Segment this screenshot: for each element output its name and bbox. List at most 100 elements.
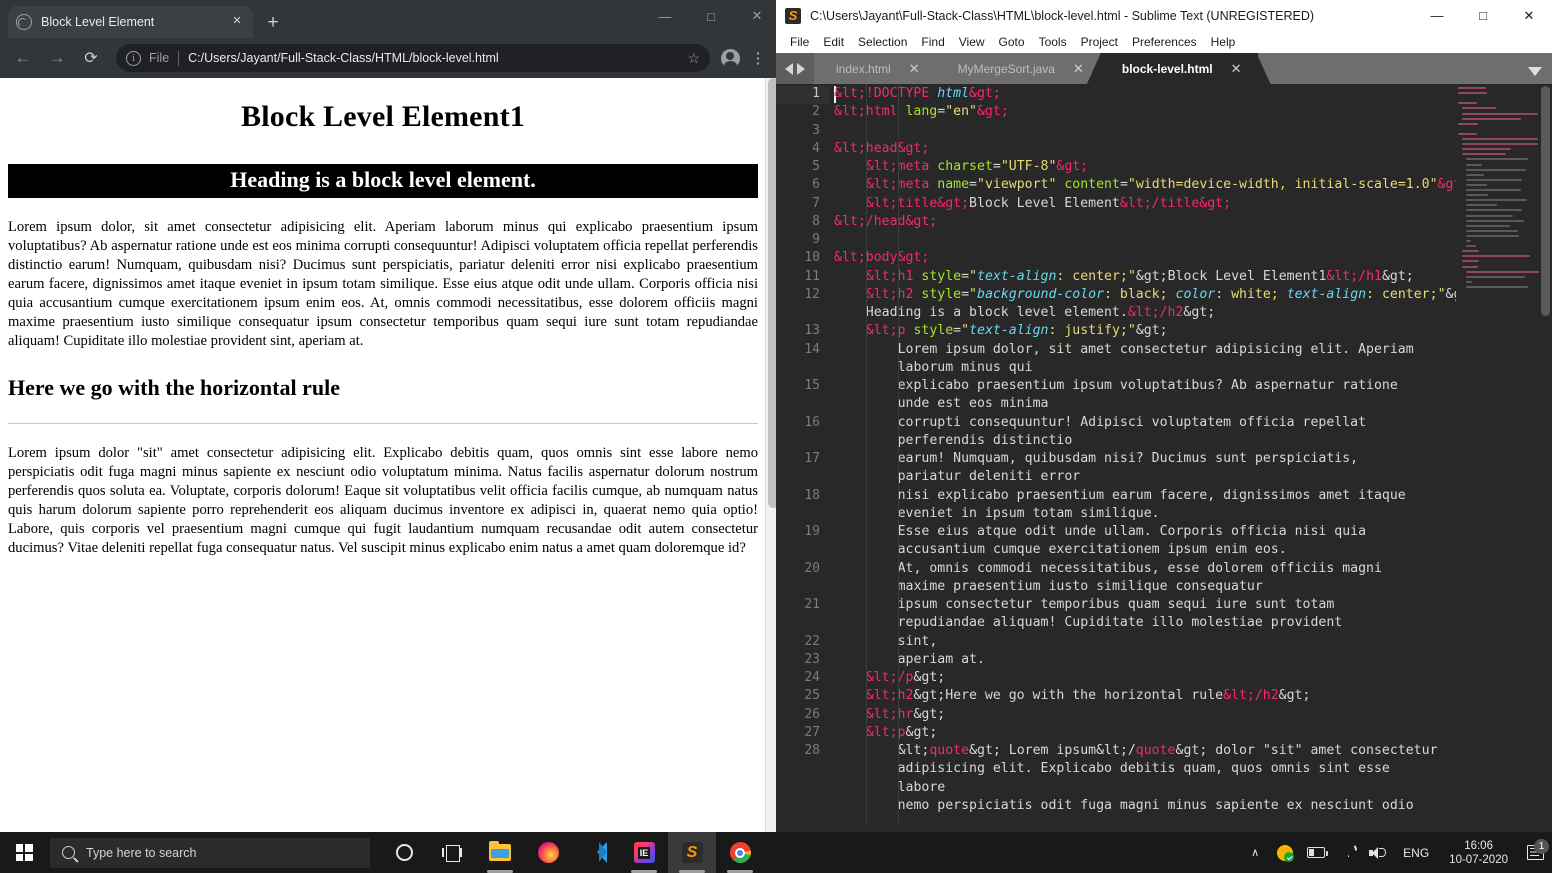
tray-security-button[interactable] [1270,844,1300,862]
maximize-button[interactable]: □ [688,0,734,32]
menu-item-file[interactable]: File [783,35,816,49]
desktop: Block Level Element × + — □ ✕ ← → ⟳ i Fi… [0,0,1552,873]
minimap-line [1466,178,1523,181]
clock[interactable]: 16:06 10-07-2020 [1439,839,1518,867]
editor-scrollbar[interactable] [1539,84,1552,832]
bookmark-star-icon[interactable]: ☆ [687,50,700,67]
tab-nav-arrows[interactable] [776,53,814,84]
menu-item-goto[interactable]: Goto [992,35,1032,49]
minimize-button[interactable]: — [1414,0,1460,31]
line-number: 16 [804,414,820,430]
tray-volume-button[interactable] [1362,846,1393,860]
code-minimap[interactable] [1456,84,1539,832]
browser-menu-button[interactable]: ⋮ [744,51,772,66]
close-icon[interactable]: ✕ [1231,61,1242,77]
wifi-icon [1339,846,1355,859]
info-icon[interactable]: i [126,50,141,66]
taskbar-app-vscode[interactable] [572,832,620,873]
code-line: Esse eius atque odit unde ullam. Corpori… [897,524,1367,539]
tab-label: block-level.html [1121,61,1213,76]
cortana-icon [395,844,413,861]
tab-label: index.html [836,61,891,76]
taskbar-search-box[interactable]: Type here to search [50,837,370,868]
language-indicator[interactable]: ENG [1393,846,1439,860]
menu-item-selection[interactable]: Selection [851,35,914,49]
taskbar-app-sublime-text[interactable]: S [668,832,716,873]
sublime-menu-bar: File Edit Selection Find View Goto Tools… [776,31,1552,53]
taskbar-app-google-chrome[interactable] [716,832,764,873]
clock-date: 10-07-2020 [1449,853,1508,866]
minimap-line [1466,245,1477,248]
code-line: corrupti consequuntur! Adipisci voluptat… [897,414,1367,430]
minimap-line [1466,194,1488,197]
arrow-left-icon[interactable] [785,62,793,75]
sublime-text-icon: S [681,842,703,863]
taskbar-app-buttons: IE S [380,832,764,873]
profile-button[interactable] [716,48,744,68]
new-tab-button[interactable]: + [262,12,284,34]
show-hidden-icons-button[interactable]: ∧ [1240,846,1270,859]
chrome-icon [729,842,751,863]
start-button[interactable] [0,832,48,873]
tray-battery-button[interactable] [1300,847,1332,858]
scrollbar-thumb[interactable] [1541,86,1550,316]
forward-icon[interactable]: → [42,43,72,73]
code-line: Heading is a block level element.&lt;/h2… [865,305,1216,320]
code-line: &lt;meta charset="UTF-8"&gt; [866,159,1089,174]
taskbar-app-intellij-idea[interactable]: IE [620,832,668,873]
close-icon[interactable]: × [229,13,245,30]
page-heading-2-black: Heading is a block level element. [8,164,758,198]
editor-tab-mymergesort-java[interactable]: MyMergeSort.java ✕ [935,53,1100,84]
taskbar-app-firefox[interactable] [524,832,572,873]
close-icon[interactable]: ✕ [909,61,920,77]
code-content[interactable]: &lt;!DOCTYPE html&gt; &lt;html lang="en"&… [834,84,1477,832]
address-bar[interactable]: i File C:/Users/Jayant/Full-Stack-Class/… [116,44,710,72]
menu-item-tools[interactable]: Tools [1032,35,1074,49]
line-number: 17 [804,451,820,466]
browser-tab-strip: Block Level Element × + — □ ✕ [0,0,780,38]
taskbar-app-file-explorer[interactable] [476,832,524,873]
notification-center-button[interactable]: 1 [1518,839,1552,860]
code-editor[interactable]: 1 2 3 4 5 6 7 8 9 10 11 12 13 14 15 16 17 18 19 20 21 22 23 24 2… [776,84,1552,832]
menu-item-view[interactable]: View [952,35,992,49]
menu-item-help[interactable]: Help [1204,35,1243,49]
chevron-down-icon[interactable] [1528,67,1542,76]
browser-tab-block-level[interactable]: Block Level Element × [8,6,253,38]
line-number: 8 [812,213,820,229]
tray-network-button[interactable] [1332,846,1362,859]
maximize-button[interactable]: □ [1460,0,1506,31]
minimap-line [1466,219,1524,222]
sublime-text-window: S C:\Users\Jayant\Full-Stack-Class\HTML\… [776,0,1552,832]
minimap-line [1462,153,1506,156]
menu-item-find[interactable]: Find [914,35,951,49]
editor-tab-block-level-html[interactable]: block-level.html ✕ [1086,53,1271,84]
code-line: ipsum consectetur temporibus quam sequi … [897,597,1335,612]
sublime-window-controls: — □ ✕ [1414,0,1552,31]
close-button[interactable]: ✕ [1506,0,1552,31]
back-icon[interactable]: ← [8,43,38,73]
code-line: repudiandae aliquam! Cupiditate illo mol… [897,615,1343,631]
menu-item-preferences[interactable]: Preferences [1125,35,1204,49]
taskbar-app-cortana[interactable] [380,832,428,873]
code-line: earum! Numquam, quibusdam nisi? Ducimus … [897,451,1359,466]
reload-icon[interactable]: ⟳ [76,43,106,73]
taskbar-app-task-view[interactable] [428,832,476,873]
close-icon[interactable]: ✕ [1073,61,1084,77]
minimize-button[interactable]: — [642,0,688,32]
code-line: maxime praesentium iusto similique conse… [897,578,1263,594]
minimap-line [1462,138,1538,140]
code-line: &lt;hr&gt; [865,706,946,722]
minimap-line [1466,270,1539,273]
menu-item-project[interactable]: Project [1074,35,1125,49]
file-explorer-icon [489,841,511,861]
code-line: &lt;!DOCTYPE html&gt; [834,86,1001,101]
editor-tab-index-html[interactable]: index.html ✕ [814,53,936,84]
close-button[interactable]: ✕ [734,0,780,32]
menu-item-edit[interactable]: Edit [816,35,851,49]
minimap-line [1466,224,1510,227]
arrow-right-icon[interactable] [797,62,805,75]
tab-label: MyMergeSort.java [957,61,1055,76]
line-number: 15 [804,378,820,393]
code-line: &lt;quote&gt; Lorem ipsum&lt;/quote&gt; … [897,743,1438,758]
line-number: 28 [804,743,820,758]
